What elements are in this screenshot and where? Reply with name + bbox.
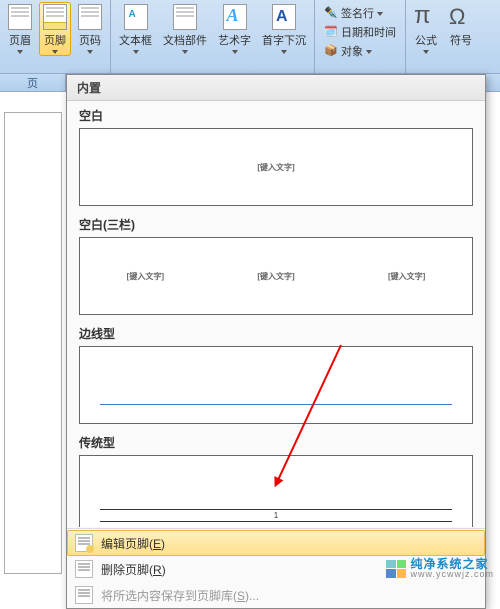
omega-icon — [449, 4, 473, 30]
ribbon-label: 页码 — [79, 32, 101, 48]
page-number-icon — [78, 4, 102, 30]
edit-icon — [75, 534, 93, 552]
chevron-down-icon — [366, 50, 372, 54]
chevron-down-icon — [182, 50, 188, 54]
datetime-icon: 🗓️ — [324, 25, 338, 39]
ribbon-label: 日期和时间 — [341, 24, 396, 40]
object-button[interactable]: 📦 对象 — [321, 42, 399, 60]
signature-icon: ✒️ — [324, 6, 338, 20]
ribbon-label: 页眉 — [9, 32, 31, 48]
dropcap-button[interactable]: 首字下沉 — [258, 2, 310, 56]
object-icon: 📦 — [324, 44, 338, 58]
dropcap-icon — [272, 4, 296, 30]
menuitem-label: 删除页脚(R) — [101, 561, 166, 578]
header-icon — [8, 4, 32, 30]
ribbon-label: 公式 — [415, 32, 437, 48]
footer-icon — [43, 4, 67, 30]
footer-button[interactable]: 页脚 — [39, 2, 71, 56]
wordart-button[interactable]: 艺术字 — [214, 2, 255, 56]
chevron-down-icon — [133, 50, 139, 54]
footer-option-border[interactable]: 边线型 — [75, 319, 477, 428]
equation-button[interactable]: 公式 — [410, 2, 442, 56]
ribbon-label: 文档部件 — [163, 32, 207, 48]
option-title: 边线型 — [79, 325, 473, 342]
textbox-button[interactable]: 文本框 — [115, 2, 156, 56]
quickparts-button[interactable]: 文档部件 — [159, 2, 211, 56]
separator — [67, 528, 485, 529]
chevron-down-icon — [423, 50, 429, 54]
page-number-value: 1 — [274, 511, 278, 520]
save-to-gallery-menuitem: 将所选内容保存到页脚库(S)... — [67, 582, 485, 608]
option-preview — [79, 346, 473, 424]
pi-icon — [414, 4, 438, 30]
ribbon-label: 签名行 — [341, 5, 374, 21]
option-preview: [键入文字] [键入文字] [键入文字] — [79, 237, 473, 315]
watermark-url: www.ycwwjz.com — [410, 570, 494, 579]
ribbon-label: 文本框 — [119, 32, 152, 48]
chevron-down-icon — [232, 50, 238, 54]
placeholder-text: [键入文字] — [257, 162, 294, 173]
placeholder-text: [键入文字] — [127, 271, 164, 282]
option-title: 传统型 — [79, 434, 473, 451]
option-preview: 1 — [79, 455, 473, 527]
remove-icon — [75, 560, 93, 578]
placeholder-text: [键入文字] — [257, 271, 294, 282]
edit-footer-menuitem[interactable]: 编辑页脚(E) — [67, 530, 485, 556]
footer-option-blank[interactable]: 空白 [键入文字] — [75, 101, 477, 210]
symbol-button[interactable]: 符号 — [445, 2, 477, 56]
group-label-page: 页 — [0, 74, 66, 91]
placeholder-text: [键入文字] — [388, 271, 425, 282]
ribbon-label: 页脚 — [44, 32, 66, 48]
footer-option-blank3[interactable]: 空白(三栏) [键入文字] [键入文字] [键入文字] — [75, 210, 477, 319]
watermark-logo-icon — [386, 560, 406, 578]
chevron-down-icon — [52, 50, 58, 54]
watermark: 纯净系统之家 www.ycwwjz.com — [386, 558, 494, 579]
textbox-icon — [124, 4, 148, 30]
footer-dropdown: 内置 空白 [键入文字] 空白(三栏) [键入文字] [键入文字] [键入文字]… — [66, 74, 486, 609]
dropdown-section-head: 内置 — [67, 75, 485, 101]
menuitem-label: 将所选内容保存到页脚库(S)... — [101, 587, 259, 604]
option-title: 空白 — [79, 107, 473, 124]
datetime-button[interactable]: 🗓️ 日期和时间 — [321, 23, 399, 41]
chevron-down-icon — [87, 50, 93, 54]
ribbon-label: 对象 — [341, 43, 363, 59]
signature-button[interactable]: ✒️ 签名行 — [321, 4, 399, 22]
wordart-icon — [223, 4, 247, 30]
ribbon-label: 艺术字 — [218, 32, 251, 48]
header-button[interactable]: 页眉 — [4, 2, 36, 56]
ribbon-label: 符号 — [450, 32, 472, 48]
chevron-down-icon — [281, 50, 287, 54]
chevron-down-icon — [17, 50, 23, 54]
option-preview: [键入文字] — [79, 128, 473, 206]
quickparts-icon — [173, 4, 197, 30]
menuitem-label: 编辑页脚(E) — [101, 535, 165, 552]
chevron-down-icon — [377, 12, 383, 16]
ribbon-label: 首字下沉 — [262, 32, 306, 48]
page-number-button[interactable]: 页码 — [74, 2, 106, 56]
option-title: 空白(三栏) — [79, 216, 473, 233]
save-icon — [75, 586, 93, 604]
